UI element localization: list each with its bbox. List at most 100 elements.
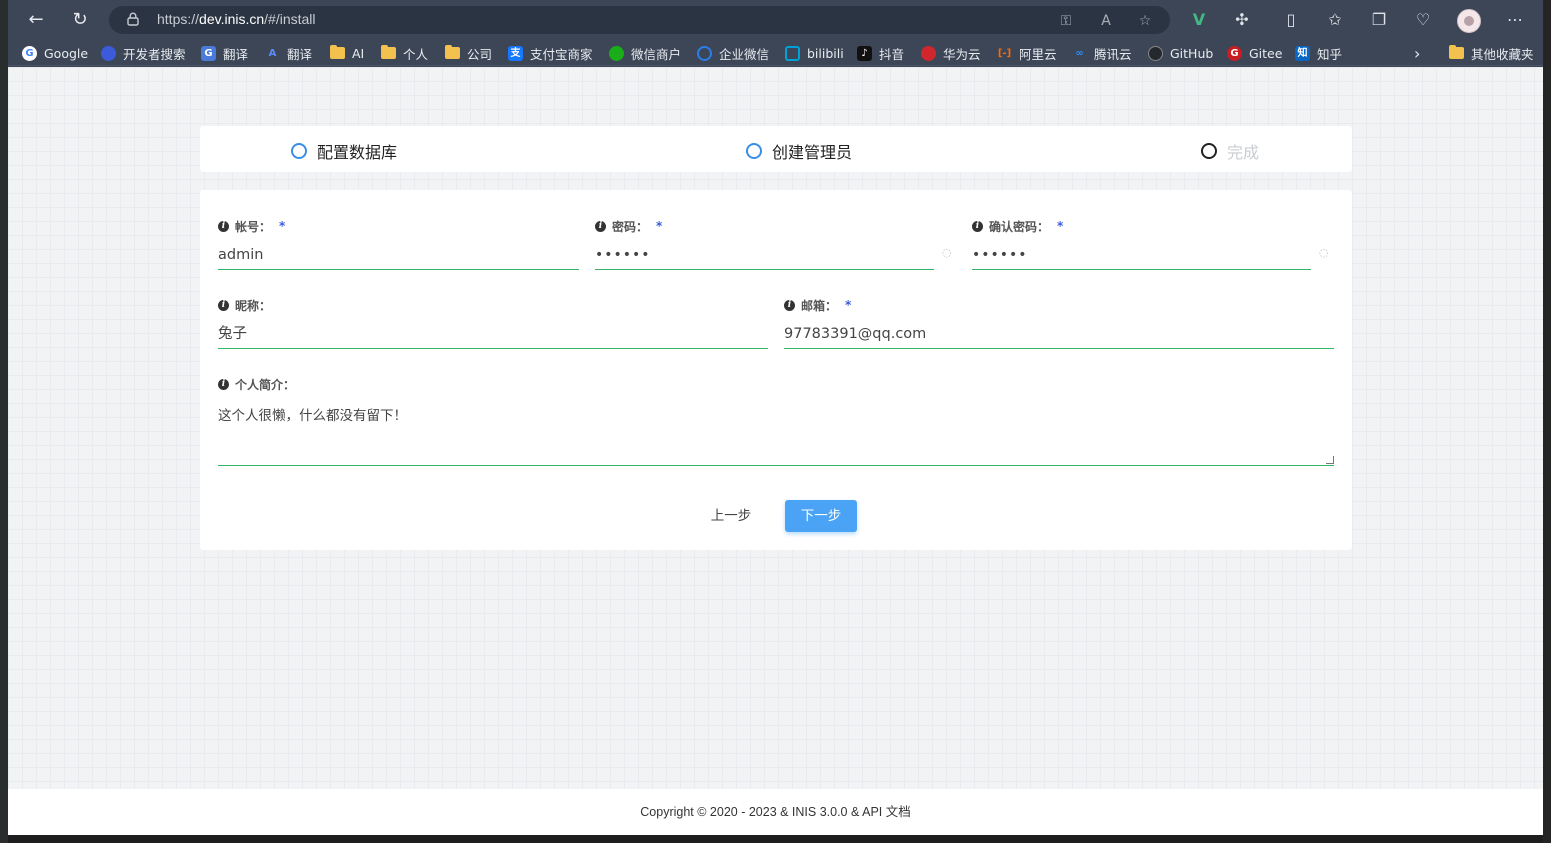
bookmark-label: 翻译 xyxy=(287,46,313,62)
read-aloud-icon[interactable]: A xyxy=(1097,12,1115,30)
bio-text: 这个人很懒，什么都没有留下！ xyxy=(218,408,407,424)
browser-toolbar: ← ↻ https://dev.inis.cn/#/install ⚿ A ☆ … xyxy=(8,0,1543,40)
password-input[interactable]: •••••• xyxy=(595,240,934,270)
favorite-star-icon[interactable]: ☆ xyxy=(1136,12,1154,30)
info-icon: i xyxy=(972,220,983,232)
step-label: 配置数据库 xyxy=(317,143,398,162)
admin-form: i 帐号： * admin i 密码： * •••••• ◌ i 确认密码： *… xyxy=(200,190,1352,550)
step-finish[interactable]: 完成 xyxy=(1201,139,1259,163)
bookmark-folder-personal[interactable]: 个人 xyxy=(381,43,428,63)
bio-textarea[interactable]: 这个人很懒，什么都没有留下！ xyxy=(218,398,1334,466)
bookmarks-bar: G Google 开发者搜索 G 翻译 A 翻译 AI 个人 公司 支支付宝商家 微信… xyxy=(8,40,1543,66)
bookmarks-overflow-chevron-icon[interactable]: › xyxy=(1414,43,1420,63)
bookmark-label: 其他收藏夹 xyxy=(1471,46,1534,62)
folder-icon xyxy=(330,45,345,59)
address-bar[interactable]: https://dev.inis.cn/#/install ⚿ A ☆ xyxy=(109,6,1170,34)
back-icon[interactable]: ← xyxy=(24,8,48,32)
bookmark-folder-company[interactable]: 公司 xyxy=(445,43,492,63)
next-step-button[interactable]: 下一步 xyxy=(785,500,857,532)
bookmark-label: AI xyxy=(352,45,365,61)
bookmark-wecom[interactable]: 企业微信 xyxy=(697,43,769,63)
bookmark-label: 抖音 xyxy=(879,46,905,62)
favorites-icon[interactable]: ✩ xyxy=(1324,9,1346,31)
bookmark-other-folder[interactable]: 其他收藏夹 xyxy=(1449,43,1534,63)
collections-icon[interactable]: ❐ xyxy=(1368,9,1390,31)
required-mark: * xyxy=(845,298,852,312)
eye-hidden-icon[interactable]: ◌ xyxy=(1319,247,1333,258)
browser-window: ← ↻ https://dev.inis.cn/#/install ⚿ A ☆ … xyxy=(8,0,1543,835)
step-circle-icon xyxy=(1201,143,1217,159)
google-icon: G xyxy=(22,45,37,61)
bookmark-douyin[interactable]: ♪ 抖音 xyxy=(857,43,904,63)
bookmark-gitee[interactable]: G Gitee xyxy=(1227,43,1282,63)
github-icon xyxy=(1148,45,1163,61)
url-scheme: https:// xyxy=(157,11,200,27)
bookmark-label: 腾讯云 xyxy=(1094,46,1132,62)
step-label: 创建管理员 xyxy=(772,143,853,162)
step-create-admin[interactable]: 创建管理员 xyxy=(746,139,852,163)
bookmark-tencent-cloud[interactable]: ∞ 腾讯云 xyxy=(1072,43,1132,63)
account-label: i 帐号： * xyxy=(218,218,579,234)
email-label-text: 邮箱： xyxy=(801,298,838,313)
password-label-text: 密码： xyxy=(612,219,649,234)
tencent-cloud-icon: ∞ xyxy=(1075,47,1084,59)
nickname-label-text: 昵称： xyxy=(235,298,272,313)
bookmark-translate[interactable]: A 翻译 xyxy=(265,43,312,63)
bio-field: i 个人简介： 这个人很懒，什么都没有留下！ xyxy=(218,376,1334,466)
email-input[interactable]: 97783391@qq.com xyxy=(784,319,1334,349)
bookmark-dev-search[interactable]: 开发者搜索 xyxy=(101,43,186,63)
bookmark-huawei-cloud[interactable]: 华为云 xyxy=(921,43,981,63)
more-menu-icon[interactable]: ⋯ xyxy=(1504,9,1526,31)
step-circle-icon xyxy=(746,143,762,159)
account-label-text: 帐号： xyxy=(235,219,272,234)
wechat-pay-icon xyxy=(609,45,624,61)
key-icon[interactable]: ⚿ xyxy=(1057,12,1075,30)
extensions-icon[interactable]: ✣ xyxy=(1231,9,1253,31)
password-field: i 密码： * •••••• ◌ xyxy=(595,218,956,270)
nickname-label: i 昵称： xyxy=(218,297,768,313)
bookmark-alipay[interactable]: 支支付宝商家 xyxy=(508,43,593,63)
profile-avatar[interactable] xyxy=(1457,9,1481,33)
account-input[interactable]: admin xyxy=(218,240,579,270)
bookmark-bilibili[interactable]: bilibili xyxy=(785,43,844,63)
browser-essentials-icon[interactable]: ♡ xyxy=(1412,9,1434,31)
resize-handle-icon[interactable] xyxy=(1326,456,1334,464)
bookmark-github[interactable]: GitHub xyxy=(1148,43,1213,63)
bookmark-zhihu[interactable]: 知知乎 xyxy=(1295,43,1342,63)
douyin-icon: ♪ xyxy=(857,45,872,61)
page-footer: Copyright © 2020 - 2023 & INIS 3.0.0 & A… xyxy=(8,789,1543,835)
gitee-icon: G xyxy=(1227,45,1242,61)
bookmark-google[interactable]: G Google xyxy=(22,43,88,63)
bio-label: i 个人简介： xyxy=(218,376,1334,392)
bookmark-aliyun[interactable]: [-] 阿里云 xyxy=(997,43,1057,63)
confirm-password-label-text: 确认密码： xyxy=(989,219,1050,234)
bookmark-label: Gitee xyxy=(1249,45,1283,61)
bookmark-label: bilibili xyxy=(807,45,844,61)
refresh-icon[interactable]: ↻ xyxy=(68,8,92,32)
bookmark-label: 个人 xyxy=(403,46,429,62)
bookmark-label: 企业微信 xyxy=(719,46,770,62)
split-screen-icon[interactable]: ▯ xyxy=(1280,9,1302,31)
zhihu-icon: 知 xyxy=(1295,45,1310,61)
prev-step-button[interactable]: 上一步 xyxy=(701,500,761,532)
confirm-password-input[interactable]: •••••• xyxy=(972,240,1311,270)
nickname-field: i 昵称： 兔子 xyxy=(218,297,768,349)
step-label: 完成 xyxy=(1227,143,1260,162)
account-field: i 帐号： * admin xyxy=(218,218,579,270)
bookmark-wechat-pay[interactable]: 微信商户 xyxy=(609,43,681,63)
bookmark-folder-ai[interactable]: AI xyxy=(330,43,364,63)
bookmark-label: GitHub xyxy=(1170,45,1214,61)
dev-search-icon xyxy=(101,45,116,61)
nickname-input[interactable]: 兔子 xyxy=(218,319,768,349)
bookmark-label: Google xyxy=(44,45,89,61)
bookmark-label: 知乎 xyxy=(1317,46,1343,62)
step-configure-database[interactable]: 配置数据库 xyxy=(291,139,397,163)
aliyun-icon: [-] xyxy=(997,47,1012,59)
bookmark-label: 支付宝商家 xyxy=(530,46,593,62)
bio-label-text: 个人简介： xyxy=(235,377,296,392)
info-icon: i xyxy=(218,299,229,311)
vue-devtools-icon[interactable]: V xyxy=(1188,9,1210,31)
eye-hidden-icon[interactable]: ◌ xyxy=(942,247,956,258)
bookmark-translate-google[interactable]: G 翻译 xyxy=(201,43,248,63)
folder-icon xyxy=(445,45,460,59)
